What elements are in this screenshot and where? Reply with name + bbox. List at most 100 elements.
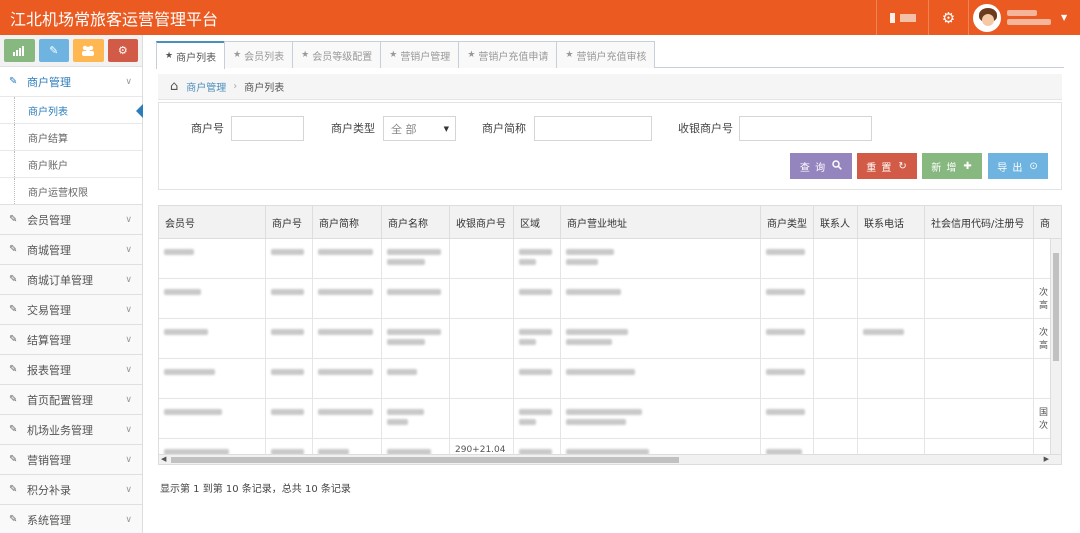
star-icon: ★ [565, 50, 574, 60]
sidebar-menu-item[interactable]: ✎ 商城管理 ∨ [0, 234, 142, 264]
sidebar-sub-merchant-settlement[interactable]: 商户结算 [0, 123, 142, 150]
table-cell [266, 279, 313, 319]
column-header[interactable]: 区域 [514, 206, 561, 239]
tab-3[interactable]: ★ 营销户管理 [380, 41, 460, 68]
star-icon: ★ [467, 50, 476, 60]
reset-button[interactable]: 重 置 ↻ [857, 153, 917, 179]
column-header[interactable]: 社会信用代码/注册号 [925, 206, 1034, 239]
scroll-left-icon[interactable]: ◀ [161, 455, 166, 463]
column-header[interactable]: 收银商户号 [450, 206, 514, 239]
plus-icon: ✚ [963, 160, 973, 172]
pencil-icon[interactable]: ✎ [38, 39, 69, 62]
edit-icon: ✎ [9, 334, 18, 345]
sidebar-sub-merchant-permission[interactable]: 商户运营权限 [0, 177, 142, 204]
sidebar-menu-item[interactable]: ✎ 交易管理 ∨ [0, 294, 142, 324]
table-cell [814, 319, 858, 359]
merchant-type-label: 商户类型 [331, 122, 375, 135]
export-button[interactable]: 导 出 ⊙ [988, 153, 1048, 179]
scroll-right-icon[interactable]: ▶ [1044, 455, 1049, 463]
sidebar-menu-item[interactable]: ✎ 积分补录 ∨ [0, 474, 142, 504]
settings-button[interactable]: ⚙ [928, 0, 968, 35]
table-cell [266, 359, 313, 399]
cogs-icon[interactable]: ⚙ [107, 39, 138, 62]
tab-1[interactable]: ★ 会员列表 [224, 41, 294, 68]
horizontal-scrollbar[interactable]: ◀ ▶ [159, 454, 1061, 464]
message-button[interactable] [876, 0, 928, 35]
sidebar-menu-item[interactable]: ✎ 报表管理 ∨ [0, 354, 142, 384]
chevron-down-icon: ∨ [125, 514, 132, 525]
tab-5[interactable]: ★ 营销户充值审核 [556, 41, 656, 68]
edit-icon: ✎ [9, 364, 18, 375]
merchant-no-input[interactable] [231, 116, 304, 141]
sidebar-menu-item[interactable]: ✎ 系统管理 ∨ [0, 504, 142, 533]
column-header[interactable]: 商户简称 [313, 206, 382, 239]
top-bar: 江北机场常旅客运营管理平台 ⚙ ▼ [0, 0, 1080, 35]
column-header[interactable]: 商户名称 [382, 206, 450, 239]
column-header[interactable]: 联系人 [814, 206, 858, 239]
edit-icon: ✎ [9, 274, 18, 285]
sidebar-sub-merchant-list[interactable]: 商户列表 [0, 96, 143, 123]
table-cell [514, 279, 561, 319]
column-header[interactable]: 会员号 [159, 206, 266, 239]
merchant-no-label: 商户号 [191, 122, 224, 135]
sidebar-menu-item[interactable]: ✎ 首页配置管理 ∨ [0, 384, 142, 414]
star-icon: ★ [301, 50, 310, 60]
vertical-scrollbar[interactable] [1050, 239, 1061, 455]
menu-merchant-management[interactable]: ✎ 商户管理 ∨ [0, 66, 142, 96]
table-cell [514, 359, 561, 399]
add-button[interactable]: 新 增 ✚ [922, 153, 982, 179]
table-cell [450, 239, 514, 279]
breadcrumb-parent[interactable]: 商户管理 [186, 79, 226, 94]
column-header[interactable]: 商户号 [266, 206, 313, 239]
sidebar-menu-item[interactable]: ✎ 机场业务管理 ∨ [0, 414, 142, 444]
column-header[interactable]: 联系电话 [858, 206, 925, 239]
table-cell [266, 319, 313, 359]
column-header[interactable]: 商 [1034, 206, 1061, 239]
table-cell [450, 399, 514, 439]
home-icon[interactable]: ⌂ [170, 79, 178, 94]
avatar [973, 3, 1001, 32]
table-cell [382, 359, 450, 399]
table-cell [814, 279, 858, 319]
table-cell [159, 359, 266, 399]
table-cell [561, 279, 761, 319]
table-cell [761, 359, 814, 399]
tab-0[interactable]: ★ 商户列表 [156, 41, 226, 69]
table-cell [858, 239, 925, 279]
column-header[interactable]: 商户营业地址 [561, 206, 761, 239]
pagination-info: 显示第 1 到第 10 条记录，总共 10 条记录 [160, 484, 351, 495]
merchant-short-input[interactable] [534, 116, 652, 141]
table-cell [925, 239, 1034, 279]
user-menu[interactable]: ▼ [968, 0, 1080, 35]
caret-down-icon: ▼ [1061, 13, 1068, 22]
table-cell [159, 319, 266, 359]
sidebar-menu-item[interactable]: ✎ 营销管理 ∨ [0, 444, 142, 474]
signal-icon[interactable] [4, 39, 35, 62]
sidebar-menu-item[interactable]: ✎ 商城订单管理 ∨ [0, 264, 142, 294]
tab-2[interactable]: ★ 会员等级配置 [292, 41, 382, 68]
table-cell [159, 279, 266, 319]
star-icon: ★ [165, 51, 174, 61]
table-cell [313, 279, 382, 319]
table-cell [382, 399, 450, 439]
chevron-down-icon: ∨ [125, 334, 132, 345]
chevron-down-icon: ∨ [125, 394, 132, 405]
cashier-no-label: 收银商户号 [678, 122, 733, 135]
table-cell [514, 239, 561, 279]
edit-icon: ✎ [9, 214, 18, 225]
tab-4[interactable]: ★ 营销户充值申请 [458, 41, 558, 68]
table-cell [761, 239, 814, 279]
merchant-type-select[interactable]: 全 部 ▼ [383, 116, 456, 141]
table-cell [266, 399, 313, 439]
query-button[interactable]: 查 询 [790, 153, 852, 179]
table-cell [561, 239, 761, 279]
flag-icon [899, 13, 916, 22]
sidebar-menu-item[interactable]: ✎ 结算管理 ∨ [0, 324, 142, 354]
users-icon[interactable] [73, 39, 104, 62]
table-cell [382, 319, 450, 359]
cashier-no-input[interactable] [739, 116, 872, 141]
sidebar-menu-item[interactable]: ✎ 会员管理 ∨ [0, 204, 142, 234]
chevron-down-icon: ∨ [125, 304, 132, 315]
sidebar-sub-merchant-account[interactable]: 商户账户 [0, 150, 142, 177]
column-header[interactable]: 商户类型 [761, 206, 814, 239]
